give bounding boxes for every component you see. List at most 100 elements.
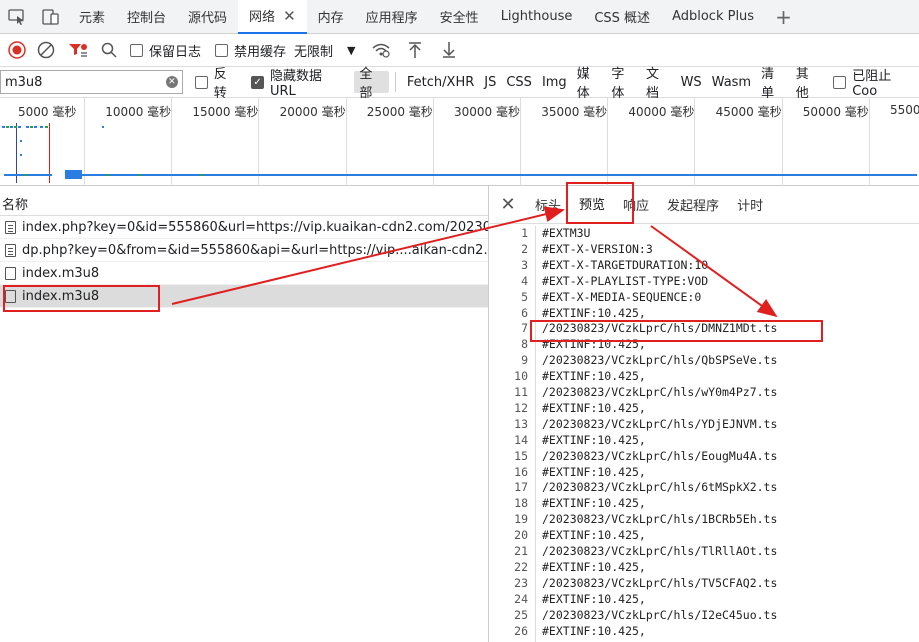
request-name: index.php?key=0&id=555860&url=https://vi… (22, 219, 488, 235)
line-text: #EXTINF:10.425, (542, 623, 646, 638)
line-number: 2 (521, 241, 528, 256)
devtools-tabbar: 元素 控制台 源代码 网络 ✕ 内存 应用程序 安全性 Lighthouse CSS 概述 Adbl… (0, 0, 919, 34)
request-name: dp.php?key=0&from=&id=555860&api=&url=ht… (22, 242, 488, 258)
line-text: /20230823/VCzkLprC/hls/I2eC45uo.ts (542, 607, 778, 622)
type-filter-button[interactable]: Fetch/XHR (402, 71, 479, 93)
tab-label: 安全性 (439, 11, 479, 26)
throttle-select[interactable]: 无限制 ▼ (294, 41, 355, 60)
line-text: #EXT-X-VERSION:3 (542, 241, 653, 256)
line-number: 22 (514, 559, 528, 574)
preview-line: 23/20230823/VCzkLprC/hls/TV5CFAQ2.ts (490, 576, 919, 592)
type-filter-button[interactable]: 清单 (756, 67, 791, 101)
timeline-waterfall (2, 126, 917, 179)
type-filter-button[interactable]: CSS (501, 71, 537, 93)
type-filter-button[interactable]: 文档 (641, 67, 676, 101)
checkbox-icon (215, 43, 229, 57)
devtools-tab[interactable]: 网络 ✕ (238, 0, 307, 34)
type-filter-button[interactable]: 全部 (354, 67, 389, 101)
device-toolbar-icon[interactable] (34, 0, 68, 34)
preview-line: 18 #EXTINF:10.425, (490, 496, 919, 512)
annotation-box-request (3, 285, 160, 312)
tab-label: Lighthouse (500, 9, 573, 24)
devtools-tab[interactable]: Lighthouse (490, 0, 584, 34)
line-number: 6 (521, 305, 528, 320)
devtools-tab[interactable]: 源代码 (177, 0, 238, 34)
close-icon[interactable]: ✕ (283, 7, 296, 25)
preview-line: 17/20230823/VCzkLprC/hls/6tMSpkX2.ts (490, 480, 919, 496)
checkbox-checked-icon: ✓ (251, 75, 264, 89)
disable-cache-checkbox[interactable]: 禁用缓存 (215, 41, 286, 60)
request-row[interactable]: index.php?key=0&id=555860&url=https://vi… (0, 216, 488, 239)
tab-label: 控制台 (127, 11, 167, 26)
line-number: 18 (514, 496, 528, 511)
preserve-log-checkbox[interactable]: 保留日志 (130, 41, 201, 60)
line-text: #EXTINF:10.425, (542, 591, 646, 606)
detail-tab[interactable]: 发起程序 (658, 186, 728, 224)
preview-content: 1 #EXTM3U 2 #EXT-X-VERSION:3 3 #EXT-X-TARGETD… (490, 226, 919, 642)
network-timeline-overview[interactable]: 5000 毫秒 10000 毫秒 15000 毫秒 20000 毫秒 25000 毫秒 3… (0, 98, 919, 186)
hide-data-url-label: 隐藏数据 URL (269, 69, 322, 99)
type-filter-button[interactable]: Img (537, 71, 572, 93)
tab-label: 应用程序 (365, 11, 418, 26)
detail-tab[interactable]: 计时 (728, 186, 772, 224)
invert-checkbox[interactable]: 反转 (194, 63, 239, 101)
devtools-tab[interactable]: 应用程序 (355, 0, 429, 34)
type-filter-button[interactable]: Wasm (707, 71, 756, 93)
hide-data-url-checkbox[interactable]: ✓ 隐藏数据 URL (251, 65, 350, 99)
line-number: 25 (514, 607, 528, 622)
add-tab-button[interactable]: + (765, 5, 802, 29)
request-row[interactable]: dp.php?key=0&from=&id=555860&api=&url=ht… (0, 239, 488, 262)
line-text: #EXT-X-TARGETDURATION:10 (542, 257, 709, 272)
preview-line: 21/20230823/VCzkLprC/hls/TlRllAOt.ts (490, 544, 919, 560)
import-har-icon[interactable] (398, 34, 432, 67)
preview-line: 25/20230823/VCzkLprC/hls/I2eC45uo.ts (490, 608, 919, 624)
line-number: 4 (521, 273, 528, 288)
type-filter-button[interactable]: 其他 (791, 67, 826, 101)
name-column-header[interactable]: 名称 (0, 186, 488, 216)
clear-filter-icon[interactable]: ✕ (165, 76, 178, 88)
blocked-cookies-label: 已阻止 Coo (852, 69, 892, 99)
line-text: #EXTINF:10.425, (542, 496, 646, 511)
annotation-box-preview-tab (566, 182, 634, 224)
line-number: 20 (514, 528, 528, 543)
network-conditions-icon[interactable] (364, 34, 398, 67)
line-text: #EXTINF:10.425, (542, 369, 646, 384)
devtools-tab[interactable]: 控制台 (116, 0, 177, 34)
filter-input[interactable]: m3u8 ✕ (0, 70, 183, 94)
preview-line: 24 #EXTINF:10.425, (490, 592, 919, 608)
devtools-tab[interactable]: 元素 (68, 0, 116, 34)
detail-tab[interactable]: 标头 (526, 186, 570, 224)
devtools-tab[interactable]: Adblock Plus (661, 0, 765, 34)
preview-line: 3 #EXT-X-TARGETDURATION:10 (490, 258, 919, 274)
devtools-tab[interactable]: 安全性 (429, 0, 490, 34)
line-number: 24 (514, 591, 528, 606)
filter-icon[interactable] (62, 34, 94, 67)
request-list: 名称 index.php?key=0&id=555860&url=https:/… (0, 186, 489, 642)
preview-line: 12 #EXTINF:10.425, (490, 401, 919, 417)
clear-button[interactable] (30, 34, 62, 67)
document-icon (5, 243, 16, 257)
type-filter-button[interactable]: WS (676, 71, 707, 93)
devtools-tab[interactable]: 内存 (307, 0, 355, 34)
record-button[interactable] (4, 34, 30, 67)
line-number: 10 (514, 369, 528, 384)
export-har-icon[interactable] (432, 34, 466, 67)
checkbox-icon (833, 75, 847, 89)
inspect-element-icon[interactable] (0, 0, 34, 34)
preview-line: 22 #EXTINF:10.425, (490, 560, 919, 576)
request-name: index.m3u8 (22, 265, 100, 281)
type-filter-button[interactable]: 字体 (606, 67, 641, 101)
line-number: 9 (521, 353, 528, 368)
blocked-cookies-checkbox[interactable]: 已阻止 Coo (833, 65, 919, 99)
devtools-tab[interactable]: CSS 概述 (583, 0, 661, 34)
type-filter-button[interactable]: 媒体 (572, 67, 607, 101)
line-number: 12 (514, 400, 528, 415)
search-icon[interactable] (94, 34, 124, 67)
request-row[interactable]: index.m3u8 (0, 262, 488, 285)
close-icon[interactable]: ✕ (490, 194, 526, 215)
preview-line: 11/20230823/VCzkLprC/hls/wY0m4Pz7.ts (490, 385, 919, 401)
chevron-down-icon: ▼ (347, 43, 356, 57)
type-filter-button[interactable]: JS (479, 71, 501, 93)
line-text: #EXTINF:10.425, (542, 432, 646, 447)
line-number: 5 (521, 289, 528, 304)
